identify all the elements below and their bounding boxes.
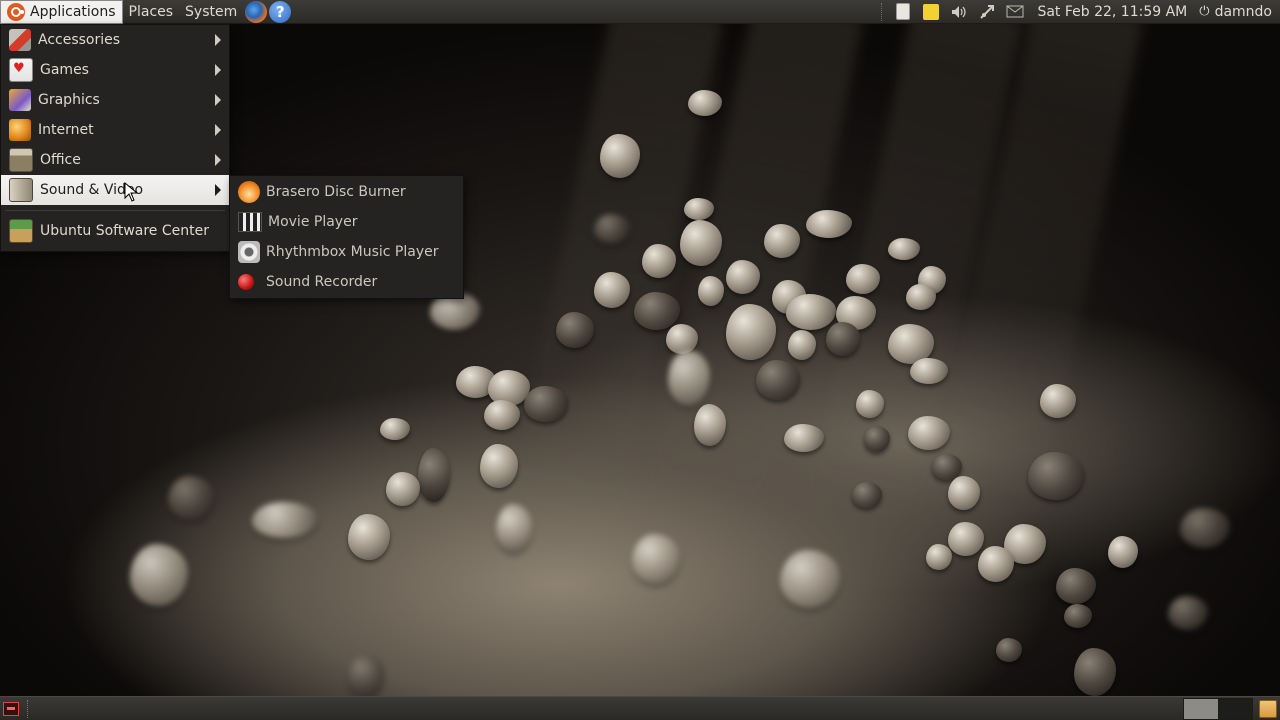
- menu-item-label: Internet: [38, 122, 94, 138]
- brasero-icon: [238, 181, 260, 203]
- notes-icon[interactable]: [894, 3, 912, 21]
- trash-icon[interactable]: [1259, 699, 1277, 718]
- submenu-item-label: Brasero Disc Burner: [266, 184, 406, 200]
- sound-video-icon: [9, 178, 33, 202]
- internet-icon: [9, 119, 31, 141]
- menu-item-accessories[interactable]: Accessories: [1, 25, 229, 55]
- mail-icon[interactable]: [1006, 3, 1024, 21]
- applications-menu-button[interactable]: Applications: [0, 0, 123, 24]
- user-menu[interactable]: ⏻ damndo: [1195, 4, 1280, 20]
- workspace-switcher[interactable]: [1183, 697, 1253, 720]
- submenu-item-label: Movie Player: [268, 214, 358, 230]
- menu-item-label: Games: [40, 62, 89, 78]
- games-icon: [9, 58, 33, 82]
- submenu-arrow-icon: [215, 184, 221, 196]
- power-icon: ⏻: [1199, 4, 1210, 19]
- clock[interactable]: Sat Feb 22, 11:59 AM: [1029, 4, 1195, 20]
- menu-item-label: Office: [40, 152, 81, 168]
- applications-menu-label: Applications: [30, 3, 116, 20]
- submenu-item-brasero[interactable]: Brasero Disc Burner: [230, 177, 463, 207]
- top-panel: Applications Places System ? Sat Feb 22,…: [0, 0, 1280, 24]
- network-icon[interactable]: [978, 3, 996, 21]
- sound-recorder-icon: [238, 274, 254, 290]
- movie-player-icon: [238, 212, 262, 232]
- menu-item-sound-video[interactable]: Sound & Video: [1, 175, 229, 205]
- workspace-1[interactable]: [1184, 698, 1218, 719]
- ubuntu-logo-icon: [7, 2, 25, 21]
- panel-handle: [27, 699, 32, 718]
- submenu-arrow-icon: [215, 34, 221, 46]
- firefox-icon[interactable]: [245, 0, 268, 23]
- accessories-icon: [9, 29, 31, 51]
- menu-item-office[interactable]: Office: [1, 145, 229, 175]
- submenu-item-label: Rhythmbox Music Player: [266, 244, 439, 260]
- menu-item-label: Accessories: [38, 32, 121, 48]
- submenu-arrow-icon: [215, 64, 221, 76]
- submenu-arrow-icon: [215, 124, 221, 136]
- bottom-panel: [0, 696, 1280, 720]
- username-label: damndo: [1214, 3, 1272, 20]
- places-menu-label: Places: [128, 3, 174, 20]
- menu-item-internet[interactable]: Internet: [1, 115, 229, 145]
- software-center-icon: [9, 219, 33, 243]
- submenu-arrow-icon: [215, 94, 221, 106]
- submenu-item-rhythmbox[interactable]: Rhythmbox Music Player: [230, 237, 463, 267]
- submenu-item-movie-player[interactable]: Movie Player: [230, 207, 463, 237]
- sound-video-submenu: Brasero Disc Burner Movie Player Rhythmb…: [229, 175, 464, 299]
- volume-icon[interactable]: [950, 3, 968, 21]
- menu-item-label: Graphics: [38, 92, 100, 108]
- menu-item-graphics[interactable]: Graphics: [1, 85, 229, 115]
- rhythmbox-icon: [238, 241, 260, 263]
- places-menu-button[interactable]: Places: [123, 0, 180, 24]
- menu-item-label: Ubuntu Software Center: [40, 223, 209, 239]
- show-desktop-icon[interactable]: [3, 701, 19, 716]
- applications-menu: Accessories Games Graphics Internet Offi…: [0, 24, 230, 252]
- submenu-item-sound-recorder[interactable]: Sound Recorder: [230, 267, 463, 297]
- help-icon[interactable]: ?: [269, 0, 292, 23]
- menu-item-software-center[interactable]: Ubuntu Software Center: [1, 216, 229, 246]
- menu-item-games[interactable]: Games: [1, 55, 229, 85]
- notification-area: Sat Feb 22, 11:59 AM ⏻ damndo: [877, 0, 1280, 24]
- submenu-item-label: Sound Recorder: [266, 274, 378, 290]
- submenu-arrow-icon: [215, 154, 221, 166]
- system-menu-button[interactable]: System: [179, 0, 243, 24]
- help-icon-glyph: ?: [275, 2, 285, 21]
- menu-separator: [5, 210, 225, 211]
- office-icon: [9, 148, 33, 172]
- panel-handle: [881, 2, 885, 21]
- pen-icon[interactable]: [922, 3, 940, 21]
- system-menu-label: System: [185, 3, 238, 20]
- graphics-icon: [9, 89, 31, 111]
- workspace-2[interactable]: [1218, 698, 1252, 719]
